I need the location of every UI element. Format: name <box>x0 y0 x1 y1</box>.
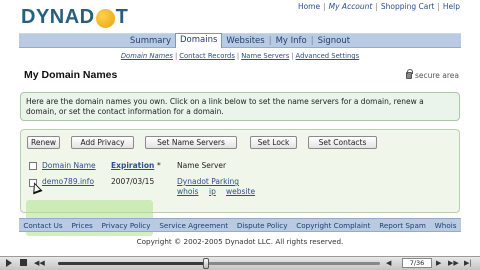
subnav-name-servers[interactable]: Name Servers <box>241 52 289 60</box>
end-icon[interactable]: ▶| <box>464 259 472 267</box>
separator: | <box>437 2 440 11</box>
nav-signout[interactable]: Signout <box>314 36 354 46</box>
separator: | <box>375 2 378 11</box>
stop-icon[interactable] <box>20 259 27 266</box>
lock-icon <box>405 69 413 79</box>
add-privacy-button[interactable]: Add Privacy <box>71 136 134 149</box>
select-all-checkbox[interactable] <box>29 162 37 170</box>
nameserver-link[interactable]: Dynadot Parking <box>177 177 239 186</box>
sub-nav: Domain Names | Contact Records | Name Server… <box>0 52 480 60</box>
subnav-domain-names[interactable]: Domain Names <box>121 52 173 60</box>
frame-counter: 7/36 <box>402 258 432 268</box>
renew-button[interactable]: Renew <box>27 136 60 149</box>
whois-link[interactable]: whois <box>177 187 198 196</box>
next-frame-icon[interactable]: ▶ <box>436 259 441 267</box>
footer-nav: Contact Us Prices Privacy Policy Service… <box>19 218 461 232</box>
separator: | <box>291 52 294 60</box>
set-contacts-button[interactable]: Set Contacts <box>308 136 377 149</box>
footer-copyright-complaint[interactable]: Copyright Complaint <box>296 221 370 230</box>
column-header-name-server: Name Server <box>177 161 227 170</box>
toplink-home[interactable]: Home <box>298 2 320 11</box>
footer-service-agreement[interactable]: Service Agreement <box>159 221 228 230</box>
footer-prices[interactable]: Prices <box>71 221 92 230</box>
secure-area-label: secure area <box>414 71 459 80</box>
info-message: Here are the domain names you own. Click… <box>20 92 460 121</box>
expiration-date: 2007/03/15 <box>111 177 155 186</box>
toplink-help[interactable]: Help <box>443 2 460 11</box>
column-header-domain-name[interactable]: Domain Name <box>42 161 96 170</box>
separator: | <box>236 52 240 60</box>
set-lock-button[interactable]: Set Lock <box>250 136 297 149</box>
logo-text-right: T <box>115 5 129 28</box>
website-link[interactable]: website <box>226 187 255 196</box>
ip-link[interactable]: ip <box>209 187 216 196</box>
logo-coin-icon <box>95 8 115 28</box>
set-name-servers-button[interactable]: Set Name Servers <box>145 136 237 149</box>
seek-progress <box>58 262 206 265</box>
play-icon[interactable] <box>6 259 12 267</box>
copyright-text: Copyright © 2002-2005 Dynadot LLC. All r… <box>136 237 344 246</box>
nav-my-info[interactable]: My Info <box>272 36 311 46</box>
column-header-expiration[interactable]: Expiration <box>111 161 154 170</box>
nav-websites[interactable]: Websites <box>222 36 268 46</box>
footer-whois[interactable]: Whois <box>435 221 457 230</box>
subnav-advanced-settings[interactable]: Advanced Settings <box>296 52 360 60</box>
seek-handle[interactable] <box>203 258 209 269</box>
secure-area-badge: secure area <box>405 69 459 80</box>
subnav-contact-records[interactable]: Contact Records <box>179 52 235 60</box>
page-title: My Domain Names <box>24 69 118 81</box>
toplink-my-account[interactable]: My Account <box>329 2 373 11</box>
toplink-shopping-cart[interactable]: Shopping Cart <box>381 2 434 11</box>
nav-summary[interactable]: Summary <box>126 36 175 46</box>
logo-text-left: DYNAD <box>21 5 95 28</box>
footer-contact-us[interactable]: Contact Us <box>23 221 62 230</box>
footer-privacy-policy[interactable]: Privacy Policy <box>102 221 151 230</box>
dynadot-logo[interactable]: DYNAD T <box>21 4 128 30</box>
top-links: Home | My Account | Shopping Cart | Help <box>298 2 460 11</box>
main-nav: Summary Domains Websites | My Info | Sig… <box>19 33 461 48</box>
separator: | <box>323 2 326 11</box>
nav-domains[interactable]: Domains <box>174 33 223 48</box>
sort-indicator: * <box>157 161 161 170</box>
footer-dispute-policy[interactable]: Dispute Policy <box>237 221 288 230</box>
prev-frame-icon[interactable]: ◀ <box>386 259 391 267</box>
footer-report-spam[interactable]: Report Spam <box>379 221 426 230</box>
separator: | <box>174 52 178 60</box>
domain-link[interactable]: demo789.info <box>42 177 94 186</box>
fast-forward-icon[interactable]: ▶▶ <box>448 259 459 267</box>
rewind-icon[interactable]: ◀◀ <box>34 259 45 267</box>
